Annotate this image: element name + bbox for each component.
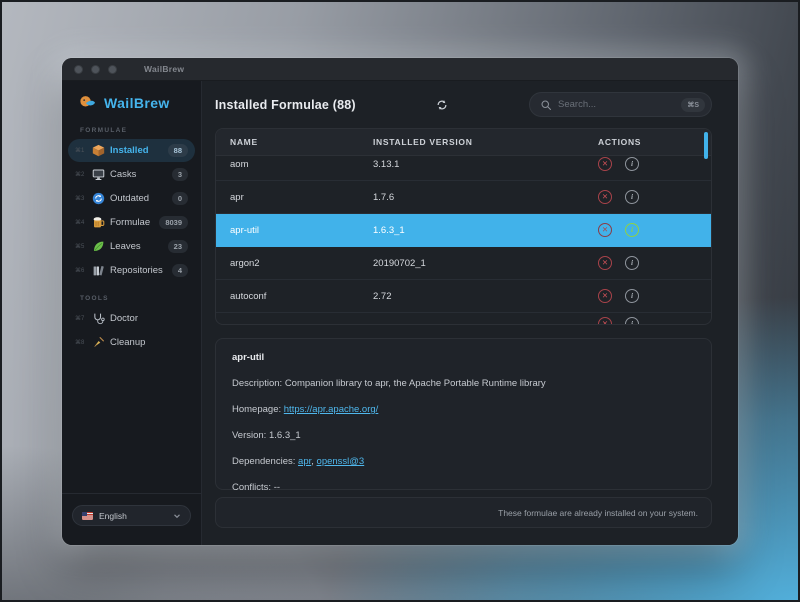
table-row-selected[interactable]: apr-util 1.6.3_1 ✕ i (216, 214, 711, 247)
uninstall-icon[interactable]: ✕ (598, 190, 612, 204)
table-row[interactable]: autoconf 2.72 ✕ i (216, 280, 711, 313)
details-version: Version: 1.6.3_1 (232, 430, 695, 441)
status-bar: These formulae are already installed on … (215, 497, 712, 528)
package-icon (92, 144, 105, 157)
close-window-button[interactable] (74, 65, 83, 74)
app-window: WailBrew WailBrew FORMULAE ⌘1 (62, 58, 738, 545)
uninstall-icon[interactable]: ✕ (598, 289, 612, 303)
search-input[interactable] (558, 99, 675, 110)
traffic-lights (74, 65, 117, 74)
language-label: English (99, 511, 127, 521)
count-badge: 3 (172, 168, 188, 181)
tools-section-label: TOOLS (80, 295, 201, 302)
window-titlebar: WailBrew (62, 58, 738, 81)
info-icon[interactable]: i (625, 317, 639, 325)
stethoscope-icon (92, 312, 105, 325)
page-title: Installed Formulae (88) (215, 98, 356, 112)
info-icon[interactable]: i (625, 223, 639, 237)
uninstall-icon[interactable]: ✕ (598, 157, 612, 171)
formulae-section-label: FORMULAE (80, 127, 201, 134)
sidebar-item-leaves[interactable]: ⌘5 Leaves 23 (68, 235, 195, 258)
package-details-panel: apr-util Description: Companion library … (215, 338, 712, 490)
dependency-link[interactable]: openssl@3 (317, 456, 365, 467)
search-shortcut-badge: ⌘S (681, 98, 705, 112)
search-icon (540, 99, 552, 111)
count-badge: 8039 (159, 216, 188, 229)
info-icon[interactable]: i (625, 157, 639, 171)
sidebar-item-doctor[interactable]: ⌘7 Doctor (68, 307, 195, 330)
table-row[interactable]: argon2 20190702_1 ✕ i (216, 247, 711, 280)
monitor-icon (92, 168, 105, 181)
info-icon[interactable]: i (625, 190, 639, 204)
homepage-link[interactable]: https://apr.apache.org/ (284, 404, 379, 415)
leaf-icon (92, 240, 105, 253)
beer-mug-icon (92, 216, 105, 229)
sidebar: WailBrew FORMULAE ⌘1 Installed 88 ⌘2 (62, 81, 202, 545)
status-text: These formulae are already installed on … (498, 508, 698, 518)
column-actions: ACTIONS (598, 137, 711, 147)
sidebar-item-casks[interactable]: ⌘2 Casks 3 (68, 163, 195, 186)
app-logo-row: WailBrew (62, 93, 201, 112)
count-badge: 0 (172, 192, 188, 205)
window-title: WailBrew (144, 64, 184, 74)
us-flag-icon (82, 512, 93, 520)
app-logo-icon (78, 93, 97, 112)
table-scrollbar[interactable] (704, 132, 708, 159)
sidebar-item-formulae[interactable]: ⌘4 Formulae 8039 (68, 211, 195, 234)
app-name: WailBrew (104, 95, 170, 111)
formulae-table: NAME INSTALLED VERSION ACTIONS aom 3.13.… (215, 128, 712, 325)
count-badge: 88 (168, 144, 188, 157)
details-conflicts: Conflicts: -- (232, 482, 695, 493)
search-box[interactable]: ⌘S (529, 92, 712, 117)
broom-icon (92, 336, 105, 349)
uninstall-icon[interactable]: ✕ (598, 317, 612, 325)
sidebar-item-installed[interactable]: ⌘1 Installed 88 (68, 139, 195, 162)
details-title: apr-util (232, 352, 695, 363)
details-description: Description: Companion library to apr, t… (232, 378, 695, 389)
dependency-link[interactable]: apr (298, 456, 311, 467)
info-icon[interactable]: i (625, 289, 639, 303)
sidebar-item-repositories[interactable]: ⌘6 Repositories 4 (68, 259, 195, 282)
count-badge: 4 (172, 264, 188, 277)
refresh-icon (435, 98, 449, 112)
details-dependencies: Dependencies: apr, openssl@3 (232, 456, 695, 467)
chevron-down-icon (173, 512, 181, 520)
books-icon (92, 264, 105, 277)
table-header: NAME INSTALLED VERSION ACTIONS (216, 129, 711, 156)
main-header: Installed Formulae (88) (215, 81, 712, 128)
language-selector[interactable]: English (72, 505, 191, 526)
table-row[interactable]: ✕ i (216, 313, 711, 325)
sidebar-item-cleanup[interactable]: ⌘8 Cleanup (68, 331, 195, 354)
table-row[interactable]: apr 1.7.6 ✕ i (216, 181, 711, 214)
sidebar-divider (62, 493, 201, 494)
minimize-window-button[interactable] (91, 65, 100, 74)
uninstall-icon[interactable]: ✕ (598, 256, 612, 270)
column-version: INSTALLED VERSION (373, 137, 598, 147)
details-homepage: Homepage: https://apr.apache.org/ (232, 404, 695, 415)
info-icon[interactable]: i (625, 256, 639, 270)
count-badge: 23 (168, 240, 188, 253)
uninstall-icon[interactable]: ✕ (598, 223, 612, 237)
zoom-window-button[interactable] (108, 65, 117, 74)
sidebar-item-outdated[interactable]: ⌘3 Outdated 0 (68, 187, 195, 210)
refresh-button[interactable] (432, 95, 452, 115)
sync-icon (92, 192, 105, 205)
main-content: Installed Formulae (88) (202, 81, 738, 545)
column-name: NAME (230, 137, 373, 147)
